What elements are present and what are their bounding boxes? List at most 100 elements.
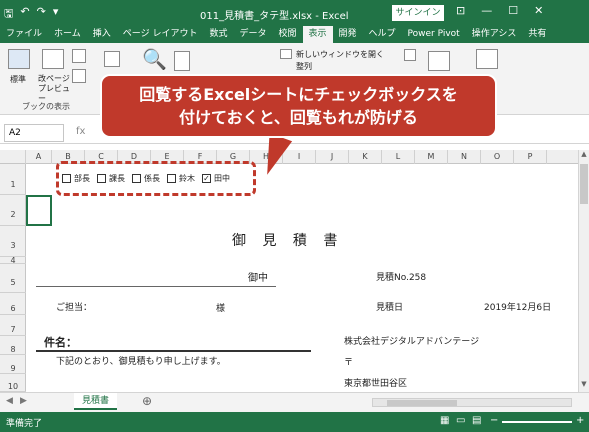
row-header[interactable]: 1 <box>0 164 26 195</box>
zoom-in-icon[interactable]: + <box>576 415 584 426</box>
scroll-down-icon[interactable]: ▼ <box>579 380 589 390</box>
title-bar: 🖫 ↶ ↷ ▾ 011_見積書_タテ型.xlsx - Excel サインイン ⊡… <box>0 0 589 26</box>
row-header[interactable]: 7 <box>0 315 26 336</box>
save-icon[interactable]: 🖫 <box>4 5 13 24</box>
honorific: 様 <box>216 304 226 314</box>
page-break-icon[interactable] <box>42 49 64 69</box>
address: 東京都世田谷区 <box>344 379 408 389</box>
next-sheet-icon[interactable]: ▶ <box>20 396 27 406</box>
redo-icon[interactable]: ↷ <box>37 5 46 24</box>
quick-access-toolbar: 🖫 ↶ ↷ ▾ <box>4 5 58 24</box>
tab-share[interactable]: 共有 <box>522 26 552 43</box>
row-header[interactable]: 3 <box>0 226 26 257</box>
scroll-thumb[interactable] <box>580 164 588 204</box>
estimate-number: 見積No.258 <box>376 273 427 283</box>
add-sheet-icon[interactable]: ⊕ <box>142 394 152 408</box>
company-name: 株式会社デジタルアドバンテージ <box>344 337 480 347</box>
column-header[interactable]: L <box>382 150 415 164</box>
selected-cell-a2[interactable] <box>26 195 52 226</box>
column-header[interactable]: A <box>26 150 52 164</box>
status-text: 準備完了 <box>6 419 43 429</box>
page-break-status-icon[interactable]: ▤ <box>472 415 481 426</box>
zoom-selection-icon[interactable] <box>174 51 190 71</box>
tab-file[interactable]: ファイル <box>0 26 48 43</box>
close-icon[interactable]: ✕ <box>534 4 543 17</box>
status-bar: 準備完了 ▦ ▭ ▤ − + <box>0 412 589 432</box>
window-title: 011_見積書_タテ型.xlsx - Excel <box>200 11 349 22</box>
page-layout-status-icon[interactable]: ▭ <box>456 415 465 426</box>
column-header[interactable]: M <box>415 150 448 164</box>
select-all-corner[interactable] <box>0 150 26 164</box>
switch-windows-icon[interactable] <box>428 51 450 71</box>
undo-icon[interactable]: ↶ <box>20 5 29 24</box>
zoom-out-icon[interactable]: − <box>490 415 498 426</box>
column-header[interactable]: K <box>349 150 382 164</box>
tab-data[interactable]: データ <box>233 26 272 43</box>
date-value: 2019年12月6日 <box>484 303 552 313</box>
tab-formulas[interactable]: 数式 <box>203 26 233 43</box>
zoom-icon[interactable]: 🔍 <box>142 47 167 71</box>
minimize-icon[interactable]: — <box>481 4 492 17</box>
normal-view-label[interactable]: 標準 <box>10 74 26 85</box>
subject-line <box>36 350 311 352</box>
row-headers: 1 2 3 4 5 6 7 8 9 10 <box>0 164 26 392</box>
customize-icon[interactable]: ▾ <box>53 5 59 24</box>
sheet-tab[interactable]: 見積書 <box>74 393 118 410</box>
row-header[interactable]: 2 <box>0 195 26 226</box>
ribbon-tabs: ファイル ホーム 挿入 ページ レイアウト 数式 データ 校閲 表示 開発 ヘル… <box>0 26 589 43</box>
ribbon-options-icon[interactable]: ⊡ <box>456 4 465 17</box>
row-header[interactable]: 8 <box>0 336 26 355</box>
row-header[interactable]: 10 <box>0 374 26 392</box>
scroll-up-icon[interactable]: ▲ <box>579 150 589 160</box>
tab-tell-me[interactable]: 操作アシス <box>466 26 523 43</box>
zoom-slider[interactable] <box>502 421 572 423</box>
row-header[interactable]: 4 <box>0 257 26 265</box>
subject-label: 件名： <box>44 336 77 349</box>
macros-icon[interactable] <box>476 49 498 69</box>
document-title: 御 見 積 書 <box>232 233 344 249</box>
tab-help[interactable]: ヘルプ <box>363 26 402 43</box>
tab-page-layout[interactable]: ページ レイアウト <box>117 26 204 43</box>
split-icon[interactable] <box>404 49 416 61</box>
column-header[interactable]: P <box>514 150 547 164</box>
tab-review[interactable]: 校閲 <box>272 26 302 43</box>
new-window-label[interactable]: 新しいウィンドウを開く <box>296 49 384 60</box>
postal-mark: 〒 <box>344 358 354 368</box>
fx-icon[interactable]: fx <box>76 126 85 137</box>
highlight-box <box>56 161 256 196</box>
window-controls: ⊡ — ☐ ✕ <box>456 4 543 17</box>
tab-view[interactable]: 表示 <box>302 26 333 43</box>
column-header[interactable]: J <box>316 150 349 164</box>
worksheet-grid[interactable]: 部長 課長 係長 鈴木 ✓ 田中 御 見 積 書 御中 見積No.258 ご担当：… <box>26 164 578 392</box>
horizontal-scrollbar[interactable] <box>372 398 572 407</box>
column-header[interactable]: O <box>481 150 514 164</box>
tab-developer[interactable]: 開発 <box>333 26 363 43</box>
row-header[interactable]: 5 <box>0 264 26 293</box>
row-header[interactable]: 6 <box>0 293 26 315</box>
prev-sheet-icon[interactable]: ◀ <box>6 396 13 406</box>
normal-view-icon[interactable] <box>8 49 30 69</box>
page-layout-icon[interactable] <box>72 49 86 63</box>
normal-view-status-icon[interactable]: ▦ <box>440 415 449 426</box>
vertical-scrollbar[interactable]: ▲ ▼ <box>578 150 589 392</box>
page-break-label[interactable]: 改ページ プレビュー <box>38 74 72 104</box>
note-text: 下記のとおり、御見積もり申し上げます。 <box>56 357 226 367</box>
tab-power-pivot[interactable]: Power Pivot <box>402 26 466 43</box>
addressee-suffix: 御中 <box>248 273 268 284</box>
callout-line-2: 付けておくと、回覧もれが防げる <box>179 108 418 127</box>
custom-view-icon[interactable] <box>72 69 86 83</box>
column-header[interactable]: N <box>448 150 481 164</box>
ruler-icon[interactable] <box>104 51 120 67</box>
row-header[interactable]: 9 <box>0 355 26 374</box>
contact-label: ご担当： <box>56 303 93 313</box>
group-label-workbook-views: ブックの表示 <box>22 102 70 111</box>
new-window-icon[interactable] <box>280 49 292 59</box>
maximize-icon[interactable]: ☐ <box>508 4 518 17</box>
arrange-label[interactable]: 整列 <box>296 61 312 72</box>
name-box[interactable]: A2 <box>4 124 64 142</box>
tab-insert[interactable]: 挿入 <box>87 26 117 43</box>
annotation-callout: 回覧するExcelシートにチェックボックスを 付けておくと、回覧もれが防げる <box>100 74 497 138</box>
signin-button[interactable]: サインイン <box>392 5 444 21</box>
tab-home[interactable]: ホーム <box>48 26 87 43</box>
h-scroll-thumb[interactable] <box>387 400 457 406</box>
